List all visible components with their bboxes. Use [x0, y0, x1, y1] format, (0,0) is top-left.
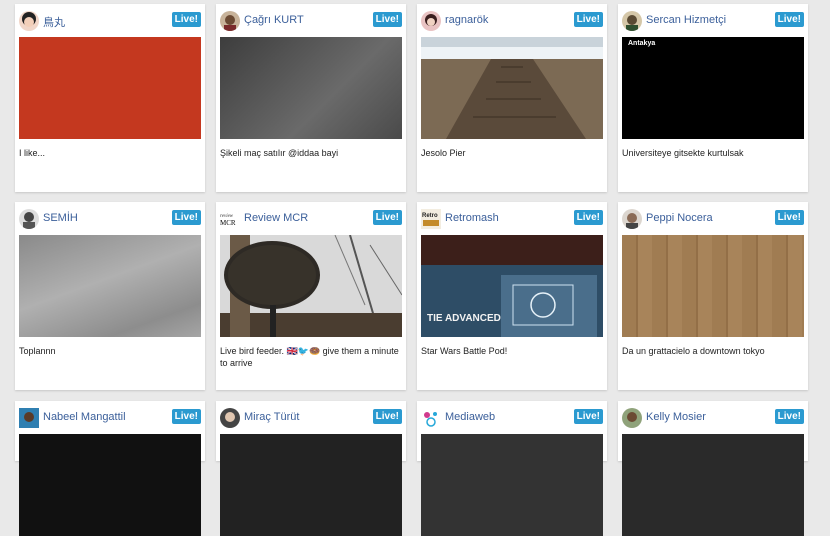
avatar[interactable]	[622, 408, 642, 428]
stream-card[interactable]: SEMİH Live! Toplannn	[15, 202, 205, 390]
username-link[interactable]: Retromash	[445, 212, 499, 224]
stream-card[interactable]: Sercan Hizmetçi Live! Antakya Universite…	[618, 4, 808, 192]
live-badge: Live!	[171, 12, 201, 27]
username-link[interactable]: 鳥丸	[43, 14, 65, 30]
stream-thumbnail[interactable]: Antakya	[622, 37, 804, 139]
stream-title[interactable]: Şikeli maç satılır @iddaa bayi	[220, 147, 402, 159]
card-header: Sercan Hizmetçi Live!	[622, 10, 804, 32]
username-link[interactable]: Sercan Hizmetçi	[646, 14, 726, 26]
avatar-text: MCR	[220, 219, 236, 227]
username-link[interactable]: ragnarök	[445, 14, 488, 26]
stream-thumbnail[interactable]	[421, 37, 603, 139]
live-badge: Live!	[171, 210, 201, 225]
username-link[interactable]: Nabeel Mangattil	[43, 411, 126, 423]
avatar-text: Retro	[422, 213, 438, 219]
stream-title[interactable]: Toplannn	[19, 345, 201, 357]
stream-card[interactable]: Peppi Nocera Live! Da un grattacielo a d…	[618, 202, 808, 390]
stream-card[interactable]: Kelly Mosier Live!	[618, 401, 808, 536]
stream-card[interactable]: review MCR Review MCR Live! Live bird fee…	[216, 202, 406, 390]
card-header: 鳥丸 Live!	[19, 10, 201, 32]
username-link[interactable]: Review MCR	[244, 212, 308, 224]
username-link[interactable]: Mediaweb	[445, 411, 495, 423]
stream-card[interactable]: Retro Retromash Live! TIE ADVANCED Star …	[417, 202, 607, 390]
username-link[interactable]: Peppi Nocera	[646, 212, 713, 224]
live-badge: Live!	[573, 210, 603, 225]
avatar[interactable]	[19, 408, 39, 428]
avatar[interactable]	[622, 209, 642, 229]
live-badge: Live!	[372, 409, 402, 424]
card-header: review MCR Review MCR Live!	[220, 208, 402, 230]
stream-title[interactable]: Star Wars Battle Pod!	[421, 345, 603, 357]
username-link[interactable]: Çağrı KURT	[244, 14, 304, 26]
card-header: Retro Retromash Live!	[421, 208, 603, 230]
card-header: Peppi Nocera Live!	[622, 208, 804, 230]
thumbnail-caption: Antakya	[628, 40, 656, 47]
card-header: ragnarök Live!	[421, 10, 603, 32]
avatar[interactable]	[421, 11, 441, 31]
stream-thumbnail[interactable]	[19, 434, 201, 536]
avatar[interactable]	[220, 11, 240, 31]
stream-title[interactable]: Universiteye gitsekte kurtulsak	[622, 147, 804, 159]
stream-thumbnail[interactable]	[220, 434, 402, 536]
username-link[interactable]: SEMİH	[43, 212, 78, 224]
stream-thumbnail[interactable]	[622, 434, 804, 536]
stream-title[interactable]: I like...	[19, 147, 201, 159]
card-header: Mediaweb Live!	[421, 407, 603, 429]
stream-thumbnail[interactable]	[421, 434, 603, 536]
card-header: SEMİH Live!	[19, 208, 201, 230]
stream-title[interactable]: Live bird feeder. 🇬🇧🐦🍩 give them a minut…	[220, 345, 402, 369]
stream-title[interactable]: Da un grattacielo a downtown tokyo	[622, 345, 804, 357]
stream-thumbnail[interactable]	[19, 37, 201, 139]
stream-card[interactable]: Çağrı KURT Live! Şikeli maç satılır @idd…	[216, 4, 406, 192]
stream-card[interactable]: 鳥丸 Live! I like...	[15, 4, 205, 192]
stream-thumbnail[interactable]	[220, 235, 402, 337]
stream-title[interactable]: Jesolo Pier	[421, 147, 603, 159]
avatar[interactable]	[19, 209, 39, 229]
stream-thumbnail[interactable]	[622, 235, 804, 337]
avatar[interactable]	[622, 11, 642, 31]
stream-thumbnail[interactable]	[220, 37, 402, 139]
card-header: Kelly Mosier Live!	[622, 407, 804, 429]
stream-thumbnail[interactable]	[19, 235, 201, 337]
username-link[interactable]: Kelly Mosier	[646, 411, 706, 423]
live-badge: Live!	[171, 409, 201, 424]
live-badge: Live!	[774, 210, 804, 225]
thumbnail-caption: TIE ADVANCED	[427, 313, 501, 324]
card-header: Miraç Türüt Live!	[220, 407, 402, 429]
avatar[interactable]	[19, 11, 39, 31]
avatar[interactable]: review MCR	[220, 209, 240, 229]
avatar[interactable]: Retro	[421, 209, 441, 229]
stream-thumbnail[interactable]: TIE ADVANCED	[421, 235, 603, 337]
avatar[interactable]	[421, 408, 441, 428]
card-header: Nabeel Mangattil Live!	[19, 407, 201, 429]
stream-card[interactable]: Mediaweb Live!	[417, 401, 607, 536]
live-badge: Live!	[774, 409, 804, 424]
live-badge: Live!	[372, 12, 402, 27]
avatar[interactable]	[220, 408, 240, 428]
stream-card[interactable]: ragnarök Live! Jesolo Pier	[417, 4, 607, 192]
stream-card[interactable]: Nabeel Mangattil Live!	[15, 401, 205, 536]
card-header: Çağrı KURT Live!	[220, 10, 402, 32]
stream-card[interactable]: Miraç Türüt Live!	[216, 401, 406, 536]
live-badge: Live!	[573, 12, 603, 27]
username-link[interactable]: Miraç Türüt	[244, 411, 299, 423]
live-badge: Live!	[573, 409, 603, 424]
stream-grid: 鳥丸 Live! I like... Çağrı KURT Live! Şike…	[0, 0, 830, 536]
live-badge: Live!	[372, 210, 402, 225]
live-badge: Live!	[774, 12, 804, 27]
